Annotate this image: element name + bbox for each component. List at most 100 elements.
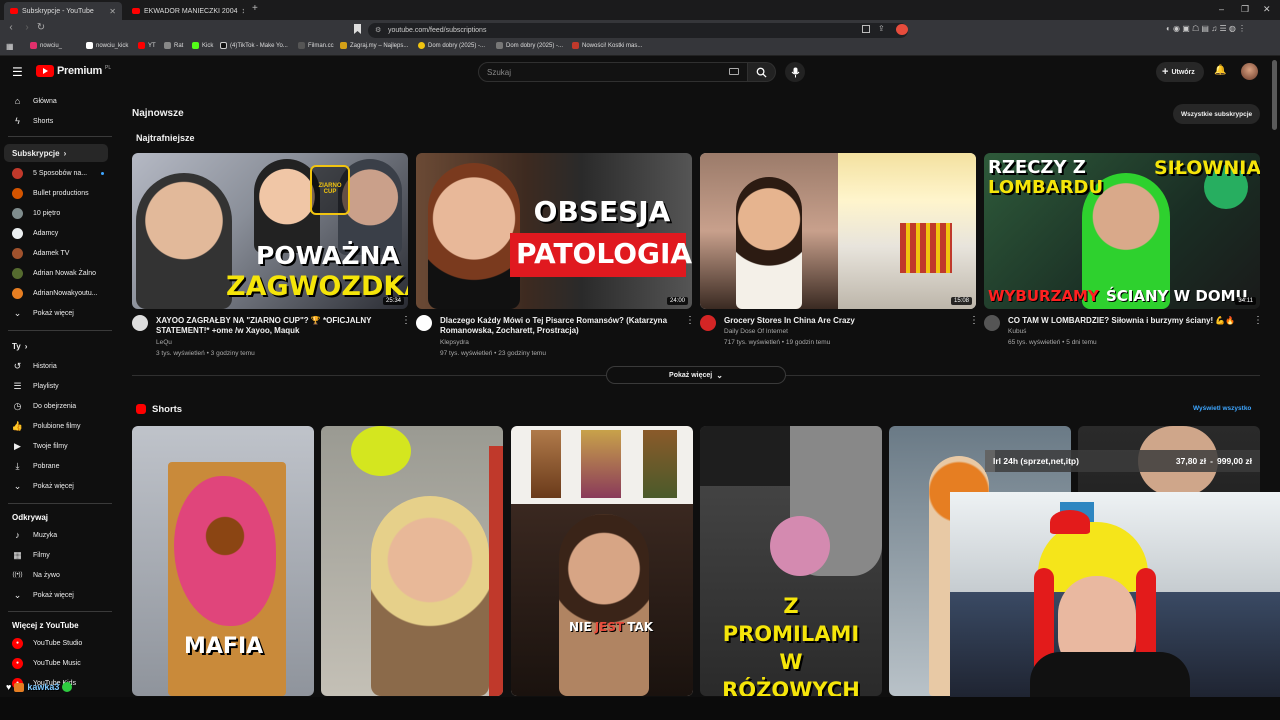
short-thumbnail[interactable] (321, 426, 503, 696)
bookmark-item[interactable]: Zagraj.my – Najleps... (340, 42, 408, 49)
channel-name[interactable]: LeQu (156, 339, 172, 346)
notifications-bell-icon[interactable]: 🔔 (1214, 65, 1226, 76)
voice-search-button[interactable] (785, 62, 805, 82)
more-options-icon[interactable]: ⋮ (969, 315, 979, 326)
sidebar-item-liked[interactable]: 👍 Polubione filmy (4, 417, 108, 435)
sidebar-item-live[interactable]: ((•)) Na żywo (4, 566, 108, 584)
video-thumbnail[interactable]: RZECZY Z LOMBARDU SIŁOWNIA WYBURZAMY ŚCI… (984, 153, 1260, 309)
thumbs-up-icon: 👍 (11, 420, 24, 431)
close-tab-icon[interactable]: ✕ (109, 7, 116, 16)
menu-icon[interactable]: ☰ (12, 65, 23, 79)
sidebar-item-channel[interactable]: 5 Sposobów na... (4, 164, 108, 182)
sidebar-item-shorts[interactable]: ϟ Shorts (4, 112, 108, 130)
channel-name[interactable]: Kubuś (1008, 328, 1026, 335)
sidebar-item-channel[interactable]: 10 piętro (4, 204, 108, 222)
account-avatar[interactable] (1241, 63, 1258, 80)
show-more-button[interactable]: Pokaż więcej ⌄ (606, 366, 786, 384)
sidebar-item-music-app[interactable]: ● YouTube Music (4, 654, 108, 672)
tab-subscriptions[interactable]: Subskrypcje - YouTube ✕ (4, 2, 122, 20)
more-options-icon[interactable]: ⋮ (1253, 315, 1263, 326)
thumbnail-text: ŚCIANY W DOMU (1106, 287, 1248, 305)
subsection-title: Najtrafniejsze (136, 133, 195, 143)
search-input[interactable]: Szukaj (478, 62, 748, 82)
create-button[interactable]: + Utwórz (1156, 62, 1204, 82)
reload-icon[interactable]: ↻ (34, 22, 48, 33)
bookmark-item[interactable]: Kick (192, 42, 213, 49)
more-options-icon[interactable]: ⋮ (685, 315, 695, 326)
bookmark-item[interactable]: Rat (164, 42, 183, 49)
url-field[interactable]: ⚙ youtube.com/feed/subscriptions (368, 23, 908, 38)
bookmark-icon[interactable] (354, 24, 361, 34)
tab-ekwador[interactable]: EKWADOR MANIECZKI 2004 ✕ (126, 2, 244, 20)
video-meta: 3 tys. wyświetleń • 3 godziny temu (156, 350, 255, 357)
minimize-button[interactable]: – (1219, 4, 1224, 14)
share-icon[interactable]: ⇪ (878, 24, 885, 33)
bookmark-item[interactable]: (4)TikTok - Make Yo... (220, 42, 288, 49)
video-icon: ▶ (14, 440, 21, 451)
bookmark-item[interactable]: Dom dobry (2025) -... (496, 42, 563, 49)
channel-name[interactable]: Klepsydra (440, 339, 469, 346)
sidebar-item-channel[interactable]: Adrian Nowak Żalno (4, 264, 108, 282)
video-title[interactable]: Grocery Stores In China Are Crazy (724, 316, 964, 326)
bookmark-item[interactable]: Dom dobry (2025) -... (418, 42, 485, 49)
close-window-button[interactable]: ✕ (1263, 4, 1271, 15)
short-thumbnail[interactable]: MAFIA (132, 426, 314, 696)
show-more-you-button[interactable]: ⌄ Pokaż więcej (4, 477, 108, 495)
channel-avatar[interactable] (416, 315, 432, 331)
video-title[interactable]: Dlaczego Każdy Mówi o Tej Pisarce Romans… (440, 316, 680, 336)
channel-avatar[interactable] (984, 315, 1000, 331)
more-options-icon[interactable]: ⋮ (401, 315, 411, 326)
sidebar-item-channel[interactable]: Adamek TV (4, 244, 108, 262)
channel-avatar[interactable] (132, 315, 148, 331)
keyboard-icon[interactable] (729, 68, 739, 75)
video-title[interactable]: XAYOO ZAGRAŁBY NA "ZIARNO CUP"? 🏆 *OFICJ… (156, 316, 396, 336)
screenshot-icon[interactable] (862, 25, 870, 33)
extension-icon[interactable] (896, 24, 908, 35)
all-subscriptions-button[interactable]: Wszystkie subskrypcje (1173, 104, 1261, 124)
short-thumbnail[interactable]: NIE JEST TAK (511, 426, 693, 696)
back-icon[interactable]: ‹ (4, 22, 18, 33)
extensions-toolbar[interactable]: ◐ ◉ ▣ ☖ ▤ ♫ ☰ ◍ ⋮ (1166, 24, 1246, 33)
sidebar-item-subscriptions[interactable]: Subskrypcje › (4, 144, 108, 162)
maximize-button[interactable]: ❐ (1241, 4, 1249, 15)
video-thumbnail[interactable]: ZIARNO CUP POWAŻNA ZAGWOZDKA 25:34 (132, 153, 408, 309)
bookmark-item[interactable]: nowciu_ (30, 42, 62, 49)
forward-icon[interactable]: › (20, 22, 34, 33)
search-button[interactable] (748, 62, 776, 82)
bookmark-item[interactable]: YT (138, 42, 156, 49)
sidebar-item-watch-later[interactable]: ◷ Do obejrzenia (4, 397, 108, 415)
page-scrollbar[interactable] (1272, 60, 1277, 130)
video-thumbnail[interactable]: 15:08 (700, 153, 976, 309)
sidebar-item-movies[interactable]: ▦ Filmy (4, 546, 108, 564)
sidebar-item-channel[interactable]: Bullet productions (4, 184, 108, 202)
sidebar-item-channel[interactable]: Adamcy (4, 224, 108, 242)
view-all-shorts-link[interactable]: Wyświetl wszystko (1193, 405, 1251, 412)
video-title[interactable]: CO TAM W LOMBARDZIE? Siłownia i burzymy … (1008, 316, 1248, 326)
video-thumbnail[interactable]: OBSESJA CZY PATOLOGIA? 24:00 (416, 153, 692, 309)
site-info-icon[interactable]: ⚙ (375, 26, 381, 34)
channel-avatar[interactable] (700, 315, 716, 331)
bookmark-item[interactable]: nowciu_kick (86, 42, 128, 49)
emote-icon (62, 682, 73, 692)
youtube-logo[interactable]: Premium PL (36, 65, 111, 77)
channel-name[interactable]: Daily Dose Of Internet (724, 328, 788, 335)
sidebar-item-history[interactable]: ↺ Historia (4, 357, 108, 375)
bookmark-item[interactable]: Filman.cc (298, 42, 334, 49)
sidebar-item-playlists[interactable]: ☰ Playlisty (4, 377, 108, 395)
sidebar-item-you[interactable]: Ty › (4, 337, 108, 355)
new-tab-button[interactable]: + (252, 3, 258, 14)
show-more-explore-button[interactable]: ⌄ Pokaż więcej (4, 586, 108, 604)
sidebar-item-downloads[interactable]: ⤓ Pobrane (4, 457, 108, 475)
sidebar-item-home[interactable]: ⌂ Główna (4, 92, 108, 110)
close-tab-icon[interactable]: ✕ (242, 7, 245, 16)
apps-icon[interactable]: ▦ (6, 42, 14, 51)
show-more-subs-button[interactable]: ⌄ Pokaż więcej (4, 304, 108, 322)
short-thumbnail[interactable]: Z PROMILAMI W RÓŻOWYCH KLAPKACH (700, 426, 882, 696)
sidebar-item-your-videos[interactable]: ▶ Twoje filmy (4, 437, 108, 455)
sidebar-item-music[interactable]: ♪ Muzyka (4, 526, 108, 544)
person-figure (136, 173, 232, 309)
sidebar-item-studio[interactable]: ● YouTube Studio (4, 634, 108, 652)
short-caption: Z PROMILAMI W RÓŻOWYCH KLAPKACH (722, 594, 860, 696)
bookmark-item[interactable]: Nowości! Kostki mas... (572, 42, 642, 49)
sidebar-item-channel[interactable]: AdrianNowakyoutu... (4, 284, 108, 302)
